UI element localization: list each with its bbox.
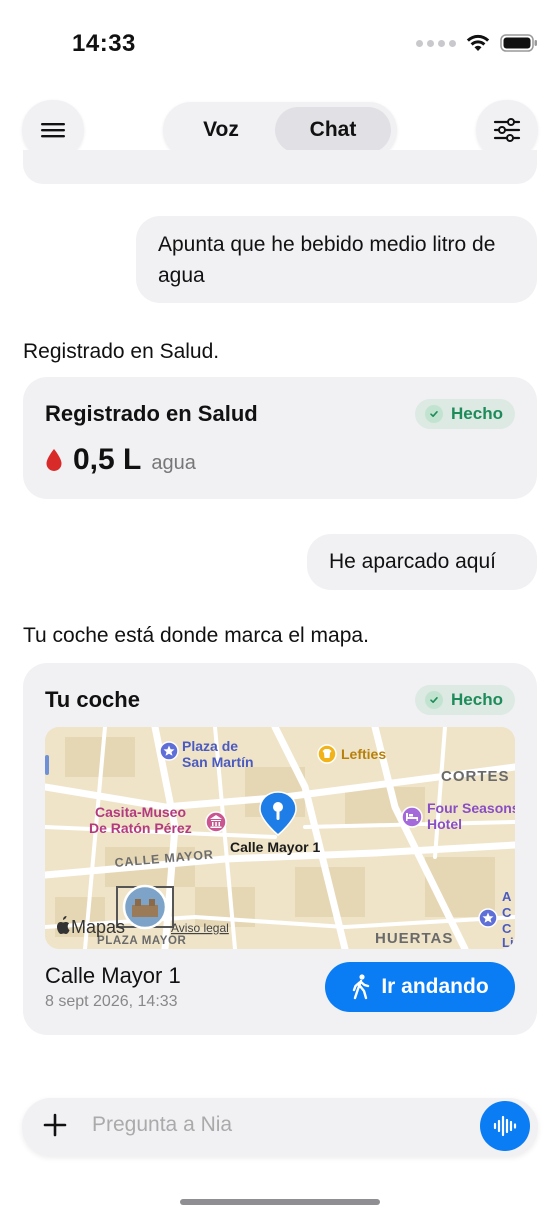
message-input-bar: Pregunta a Nia	[22, 1098, 538, 1156]
user-message: Apunta que he bebido medio litro de agua	[136, 216, 537, 303]
assistant-message: Tu coche está donde marca el mapa.	[23, 624, 369, 647]
hamburger-icon	[41, 123, 65, 138]
map-label-poi: San Martín	[182, 754, 254, 770]
map-legal-link: Aviso legal	[171, 921, 229, 935]
map-label-poi: A	[502, 889, 512, 904]
location-name: Calle Mayor 1	[45, 963, 181, 988]
signal-icon	[416, 39, 456, 47]
plus-icon[interactable]	[42, 1111, 68, 1139]
voice-button[interactable]	[480, 1101, 530, 1151]
home-indicator	[180, 1199, 380, 1205]
walk-directions-button[interactable]: Ir andando	[325, 962, 515, 1012]
map-view[interactable]: CALLE MAYOR Plaza de San Martín Lefties …	[45, 727, 515, 949]
health-metric: 0,5 L agua	[45, 443, 196, 477]
battery-icon	[500, 34, 537, 52]
tab-voz[interactable]: Voz	[169, 107, 273, 153]
status-icons	[416, 34, 538, 52]
sliders-icon	[493, 118, 521, 142]
status-badge-label: Hecho	[451, 690, 503, 709]
walk-button-label: Ir andando	[381, 975, 489, 998]
walking-icon	[353, 974, 370, 1000]
map-label-poi: Li	[502, 935, 514, 949]
map-brand: Mapas	[71, 917, 125, 937]
map-pin-label: Calle Mayor 1	[230, 839, 320, 855]
parked-car-card: Tu coche Hecho CALLE MAYOR Plaza de San …	[23, 663, 537, 1035]
map-label-poi: De Ratón Pérez	[89, 820, 192, 836]
location-date: 8 sept 2026, 14:33	[45, 993, 178, 1010]
user-message: He aparcado aquí	[307, 534, 537, 590]
map-label-district: CORTES	[441, 768, 510, 785]
wifi-icon	[466, 34, 490, 51]
check-icon	[425, 405, 444, 423]
status-time: 14:33	[72, 30, 136, 57]
previous-card-edge	[23, 150, 537, 184]
health-log-card[interactable]: Registrado en Salud Hecho 0,5 L agua	[23, 377, 537, 499]
map-label-poi: Hotel	[427, 816, 462, 832]
map-label-poi: C	[502, 905, 512, 920]
water-drop-icon	[46, 449, 62, 471]
health-card-title: Registrado en Salud	[45, 401, 258, 426]
map-label-poi: Casita-Museo	[95, 804, 186, 820]
metric-value: 0,5 L	[73, 443, 142, 476]
tab-chat[interactable]: Chat	[275, 107, 391, 153]
status-badge-label: Hecho	[451, 404, 503, 423]
metric-label: agua	[151, 452, 196, 474]
map-label-poi: Lefties	[341, 746, 386, 762]
status-bar: 14:33	[0, 0, 560, 90]
waveform-icon	[493, 1115, 517, 1137]
assistant-message: Registrado en Salud.	[23, 340, 220, 363]
map-label-poi: Four Seasons	[427, 800, 515, 816]
car-card-title: Tu coche	[45, 687, 140, 712]
status-badge: Hecho	[415, 399, 515, 429]
map-label-poi: Plaza de	[182, 738, 238, 754]
map-label-district: HUERTAS	[375, 930, 453, 947]
map-label-poi: C	[502, 921, 512, 936]
status-badge: Hecho	[415, 685, 515, 715]
message-input[interactable]: Pregunta a Nia	[92, 1113, 232, 1137]
check-icon	[425, 691, 444, 709]
